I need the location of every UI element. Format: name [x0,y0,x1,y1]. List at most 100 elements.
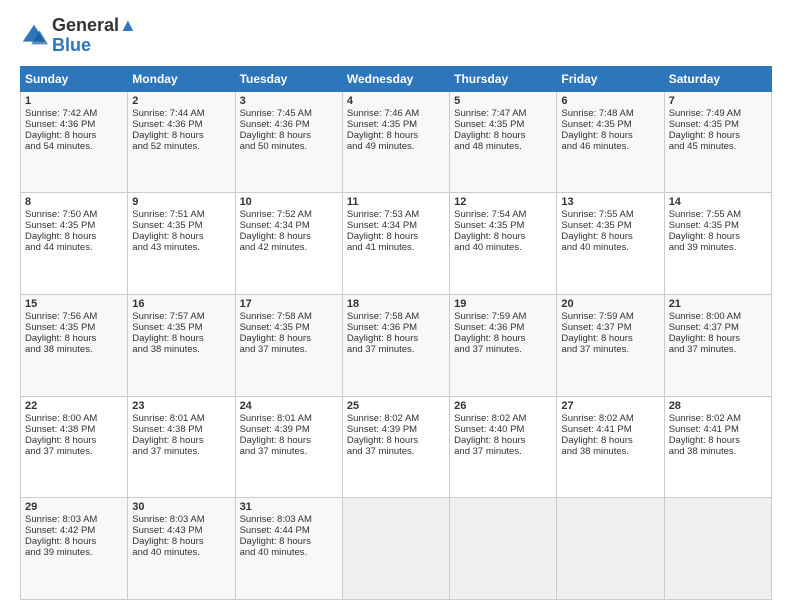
day-number: 16 [132,298,230,310]
daylight-label: Daylight: 8 hours [669,435,740,446]
day-number: 31 [240,501,338,513]
sunset-text: Sunset: 4:34 PM [240,220,310,231]
daylight-label: Daylight: 8 hours [561,130,632,141]
sunset-text: Sunset: 4:35 PM [454,220,524,231]
day-number: 1 [25,95,123,107]
sunset-text: Sunset: 4:35 PM [454,119,524,130]
calendar-cell: 23Sunrise: 8:01 AMSunset: 4:38 PMDayligh… [128,396,235,498]
daylight-value: and 38 minutes. [561,446,629,457]
daylight-label: Daylight: 8 hours [132,130,203,141]
calendar-cell: 9Sunrise: 7:51 AMSunset: 4:35 PMDaylight… [128,193,235,295]
calendar-week-row: 15Sunrise: 7:56 AMSunset: 4:35 PMDayligh… [21,294,772,396]
sunrise-text: Sunrise: 7:45 AM [240,108,312,119]
calendar-cell: 27Sunrise: 8:02 AMSunset: 4:41 PMDayligh… [557,396,664,498]
sunset-text: Sunset: 4:43 PM [132,525,202,536]
daylight-value: and 40 minutes. [454,242,522,253]
sunrise-text: Sunrise: 8:00 AM [25,413,97,424]
calendar-cell: 5Sunrise: 7:47 AMSunset: 4:35 PMDaylight… [450,91,557,193]
calendar-cell: 29Sunrise: 8:03 AMSunset: 4:42 PMDayligh… [21,498,128,600]
calendar-cell: 22Sunrise: 8:00 AMSunset: 4:38 PMDayligh… [21,396,128,498]
sunrise-text: Sunrise: 7:52 AM [240,209,312,220]
calendar-cell: 10Sunrise: 7:52 AMSunset: 4:34 PMDayligh… [235,193,342,295]
sunset-text: Sunset: 4:38 PM [25,424,95,435]
sunset-text: Sunset: 4:35 PM [669,119,739,130]
day-number: 27 [561,400,659,412]
sunrise-text: Sunrise: 8:03 AM [25,514,97,525]
logo-line1: General▲ [52,16,137,36]
sunset-text: Sunset: 4:35 PM [132,220,202,231]
calendar-cell: 13Sunrise: 7:55 AMSunset: 4:35 PMDayligh… [557,193,664,295]
day-number: 17 [240,298,338,310]
calendar-cell: 11Sunrise: 7:53 AMSunset: 4:34 PMDayligh… [342,193,449,295]
calendar-cell: 17Sunrise: 7:58 AMSunset: 4:35 PMDayligh… [235,294,342,396]
day-header-tuesday: Tuesday [235,66,342,91]
daylight-label: Daylight: 8 hours [132,435,203,446]
calendar-week-row: 29Sunrise: 8:03 AMSunset: 4:42 PMDayligh… [21,498,772,600]
sunset-text: Sunset: 4:39 PM [347,424,417,435]
calendar-cell: 7Sunrise: 7:49 AMSunset: 4:35 PMDaylight… [664,91,771,193]
day-number: 2 [132,95,230,107]
sunrise-text: Sunrise: 7:54 AM [454,209,526,220]
day-number: 5 [454,95,552,107]
day-number: 11 [347,196,445,208]
daylight-label: Daylight: 8 hours [454,231,525,242]
sunrise-text: Sunrise: 7:57 AM [132,311,204,322]
sunset-text: Sunset: 4:36 PM [132,119,202,130]
calendar-cell [342,498,449,600]
day-number: 13 [561,196,659,208]
sunrise-text: Sunrise: 7:46 AM [347,108,419,119]
sunset-text: Sunset: 4:37 PM [561,322,631,333]
daylight-label: Daylight: 8 hours [561,435,632,446]
calendar-cell: 1Sunrise: 7:42 AMSunset: 4:36 PMDaylight… [21,91,128,193]
logo: General▲Blue [20,16,137,56]
day-number: 19 [454,298,552,310]
sunset-text: Sunset: 4:35 PM [132,322,202,333]
day-number: 21 [669,298,767,310]
daylight-value: and 37 minutes. [347,344,415,355]
sunset-text: Sunset: 4:35 PM [25,220,95,231]
sunset-text: Sunset: 4:39 PM [240,424,310,435]
sunrise-text: Sunrise: 8:03 AM [240,514,312,525]
calendar-cell: 8Sunrise: 7:50 AMSunset: 4:35 PMDaylight… [21,193,128,295]
daylight-value: and 37 minutes. [240,446,308,457]
sunrise-text: Sunrise: 8:00 AM [669,311,741,322]
sunset-text: Sunset: 4:35 PM [240,322,310,333]
calendar-week-row: 1Sunrise: 7:42 AMSunset: 4:36 PMDaylight… [21,91,772,193]
sunset-text: Sunset: 4:35 PM [669,220,739,231]
daylight-label: Daylight: 8 hours [347,333,418,344]
header: General▲Blue [20,16,772,56]
day-number: 22 [25,400,123,412]
sunrise-text: Sunrise: 7:55 AM [561,209,633,220]
sunrise-text: Sunrise: 7:48 AM [561,108,633,119]
sunrise-text: Sunrise: 7:50 AM [25,209,97,220]
sunrise-text: Sunrise: 7:58 AM [240,311,312,322]
day-number: 23 [132,400,230,412]
day-header-monday: Monday [128,66,235,91]
daylight-value: and 50 minutes. [240,141,308,152]
daylight-value: and 38 minutes. [25,344,93,355]
daylight-value: and 37 minutes. [454,344,522,355]
sunset-text: Sunset: 4:34 PM [347,220,417,231]
sunset-text: Sunset: 4:35 PM [347,119,417,130]
daylight-value: and 41 minutes. [347,242,415,253]
calendar-cell [450,498,557,600]
daylight-label: Daylight: 8 hours [454,333,525,344]
daylight-label: Daylight: 8 hours [454,435,525,446]
day-number: 6 [561,95,659,107]
sunrise-text: Sunrise: 8:03 AM [132,514,204,525]
sunrise-text: Sunrise: 7:53 AM [347,209,419,220]
calendar-cell: 12Sunrise: 7:54 AMSunset: 4:35 PMDayligh… [450,193,557,295]
day-number: 10 [240,196,338,208]
day-number: 24 [240,400,338,412]
sunset-text: Sunset: 4:36 PM [347,322,417,333]
sunrise-text: Sunrise: 7:51 AM [132,209,204,220]
daylight-value: and 54 minutes. [25,141,93,152]
daylight-label: Daylight: 8 hours [240,333,311,344]
day-number: 12 [454,196,552,208]
calendar-cell: 15Sunrise: 7:56 AMSunset: 4:35 PMDayligh… [21,294,128,396]
daylight-label: Daylight: 8 hours [669,130,740,141]
sunset-text: Sunset: 4:36 PM [454,322,524,333]
day-number: 29 [25,501,123,513]
daylight-value: and 39 minutes. [25,547,93,558]
daylight-label: Daylight: 8 hours [347,130,418,141]
